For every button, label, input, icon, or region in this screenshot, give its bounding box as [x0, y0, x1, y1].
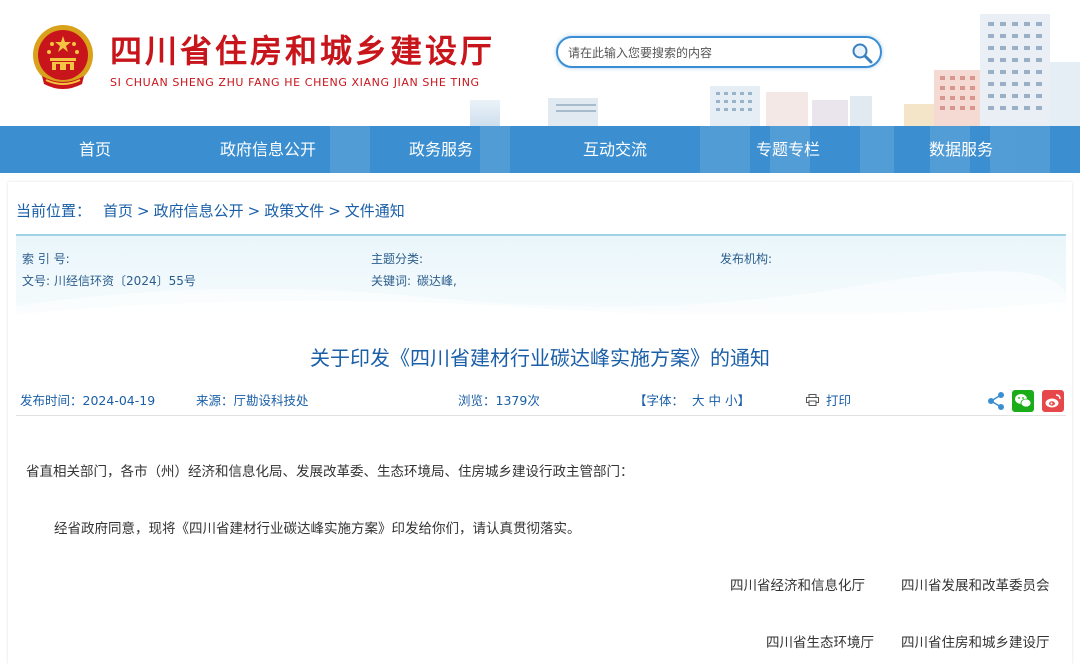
document-source: 来源：厅勘设科技处: [196, 390, 309, 409]
font-size-small-link[interactable]: 小: [725, 393, 738, 408]
meta-doc-number-label: 文号:: [22, 274, 51, 288]
search-input[interactable]: [568, 44, 838, 62]
nav-item-interaction[interactable]: 互动交流: [560, 126, 670, 173]
meta-keywords: 关键词: 碳达峰,: [371, 272, 457, 289]
nav-item-gov-services[interactable]: 政务服务: [386, 126, 496, 173]
breadcrumb-policy-docs[interactable]: 政策文件: [264, 202, 324, 220]
letter-greeting: 省直相关部门，各市（州）经济和信息化局、发展改革委、生态环境局、住房城乡建设行政…: [26, 464, 634, 480]
font-size-controls: 【字体： 大中小】: [634, 390, 750, 409]
printer-icon: [806, 394, 819, 406]
document-title: 关于印发《四川省建材行业碳达峰实施方案》的通知: [310, 346, 770, 370]
view-count: 浏览：1379次: [458, 390, 540, 409]
wechat-icon[interactable]: [1012, 390, 1034, 412]
signer-ecology-environment-dept: 四川省生态环境厅: [766, 635, 874, 651]
publish-time-value: 2024-04-19: [82, 393, 156, 408]
source-label: 来源：: [196, 393, 234, 408]
content-panel: 当前位置： 首页 > 政府信息公开 > 政策文件 > 文件通知 索 引 号: 主题分类: 发布…: [8, 182, 1072, 664]
nav-item-special-topics[interactable]: 专题专栏: [733, 126, 843, 173]
publish-time-label: 发布时间：: [20, 393, 83, 408]
breadcrumb-home[interactable]: 首页: [103, 202, 133, 220]
meta-doc-number-value: 川经信环资〔2024〕55号: [54, 274, 196, 288]
search-icon[interactable]: [850, 41, 874, 65]
signer-housing-urban-rural-dept: 四川省住房和城乡建设厅: [901, 635, 1050, 651]
document-info-bar: 发布时间：2024-04-19 来源：厅勘设科技处 浏览：1379次 【字体： 大…: [16, 382, 1066, 416]
site-header: 四川省住房和城乡建设厅 SI CHUAN SHENG ZHU FANG HE C…: [0, 0, 1080, 126]
signer-development-reform-commission: 四川省发展和改革委员会: [901, 578, 1050, 594]
source-value: 厅勘设科技处: [233, 393, 309, 408]
document-metadata-box: 索 引 号: 主题分类: 发布机构: 文号: 川经信环资〔2024〕55号 关键词…: [16, 234, 1066, 314]
nav-item-gov-info[interactable]: 政府信息公开: [200, 126, 336, 173]
breadcrumb-gov-info[interactable]: 政府信息公开: [154, 202, 244, 220]
meta-publisher: 发布机构:: [720, 252, 773, 266]
main-nav: 首页 政府信息公开 政务服务 互动交流 专题专栏 数据服务: [0, 126, 1080, 173]
print-label: 打印: [825, 393, 851, 408]
font-size-medium-link[interactable]: 中: [709, 393, 722, 408]
breadcrumb-separator: >: [137, 202, 150, 220]
weibo-icon[interactable]: [1042, 390, 1064, 412]
share-icon[interactable]: [986, 390, 1008, 412]
nav-item-data-services[interactable]: 数据服务: [906, 126, 1016, 173]
font-size-label-close: 】: [737, 393, 751, 408]
views-label: 浏览：: [458, 393, 496, 408]
font-size-label: 【字体：: [634, 393, 685, 408]
meta-topic: 主题分类:: [371, 252, 424, 266]
breadcrumb-separator: >: [247, 202, 261, 220]
meta-keywords-value: 碳达峰,: [417, 274, 457, 288]
signer-econ-info-dept: 四川省经济和信息化厅: [730, 578, 865, 594]
publish-time: 发布时间：2024-04-19: [20, 390, 155, 409]
nav-item-home[interactable]: 首页: [40, 126, 150, 173]
views-value: 1379次: [495, 393, 540, 408]
meta-index-number: 索 引 号:: [22, 252, 70, 266]
national-emblem-logo: [33, 25, 93, 89]
print-link[interactable]: 打印: [806, 390, 851, 409]
meta-doc-number: 文号: 川经信环资〔2024〕55号: [22, 272, 196, 289]
breadcrumb-separator: >: [328, 202, 341, 220]
meta-keywords-label: 关键词:: [371, 274, 412, 288]
breadcrumb-label: 当前位置：: [16, 202, 92, 220]
search-box: [556, 36, 882, 68]
letter-paragraph: 经省政府同意，现将《四川省建材行业碳达峰实施方案》印发给你们，请认真贯彻落实。: [54, 521, 581, 537]
font-size-large-link[interactable]: 大: [692, 393, 705, 408]
breadcrumb-doc-notices[interactable]: 文件通知: [345, 202, 405, 220]
breadcrumb: 当前位置： 首页 > 政府信息公开 > 政策文件 > 文件通知: [16, 200, 405, 221]
